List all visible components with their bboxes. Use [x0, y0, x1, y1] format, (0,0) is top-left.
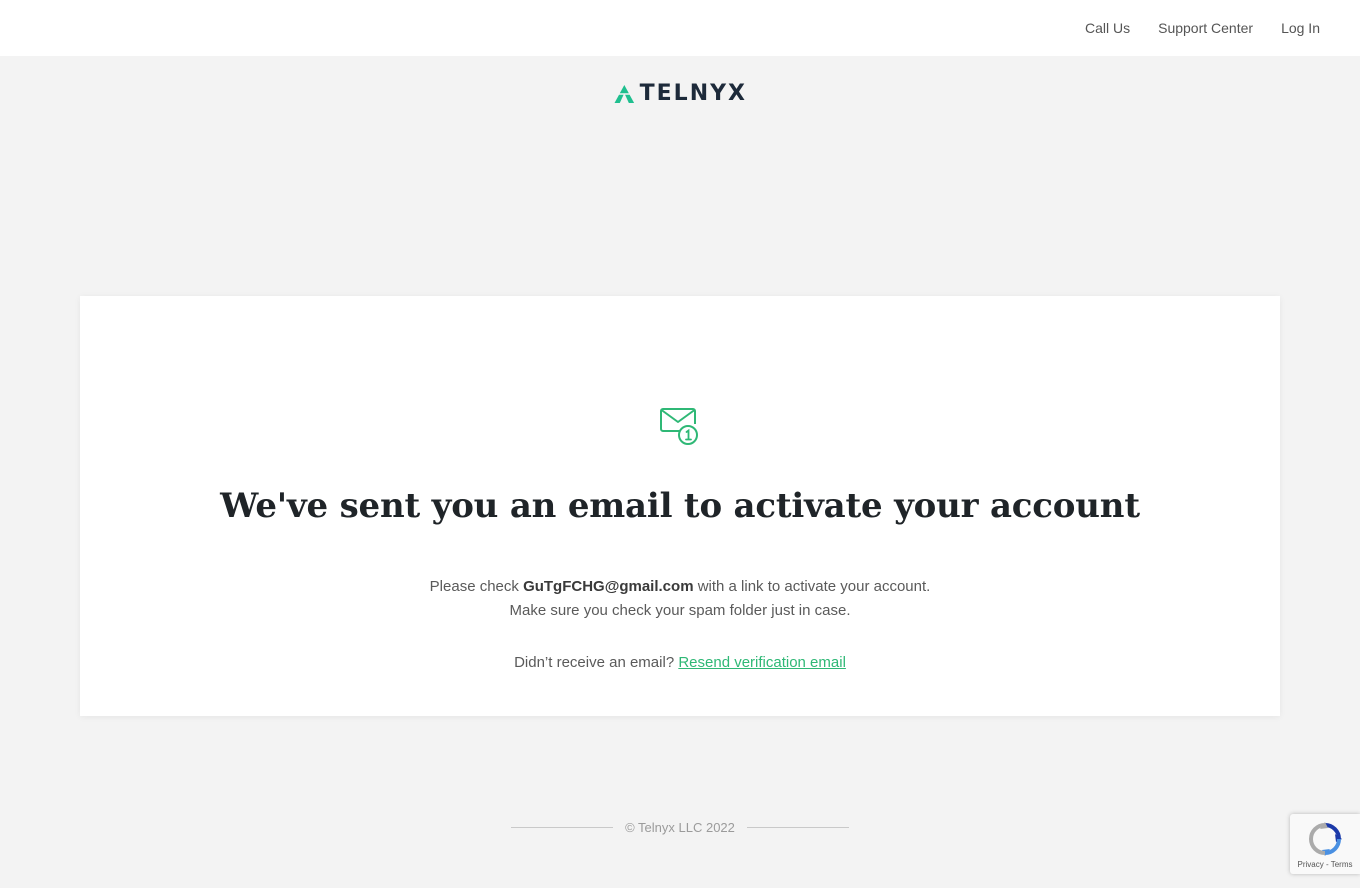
- footer: © Telnyx LLC 2022: [0, 816, 1360, 838]
- log-in-link[interactable]: Log In: [1281, 20, 1320, 36]
- resend-verification-link[interactable]: Resend verification email: [678, 654, 846, 671]
- spam-folder-message: Make sure you check your spam folder jus…: [509, 602, 851, 619]
- check-email-message: Please check GuTgFCHG@gmail.com with a l…: [80, 575, 1280, 599]
- footer-divider-right: [746, 826, 849, 828]
- mail-notification-icon: [660, 408, 698, 445]
- telnyx-wordmark: TELNYX: [639, 81, 747, 106]
- top-bar: Call Us Support Center Log In: [0, 0, 1360, 56]
- page-title: We've sent you an email to activate your…: [220, 486, 1140, 526]
- support-center-link[interactable]: Support Center: [1158, 20, 1253, 36]
- copyright-text: © Telnyx LLC 2022: [625, 819, 735, 835]
- recaptcha-badge[interactable]: Privacy - Terms: [1290, 814, 1360, 874]
- resend-row: Didn’t receive an email? Resend verifica…: [80, 651, 1280, 675]
- top-navigation: Call Us Support Center Log In: [1085, 0, 1320, 56]
- call-us-link[interactable]: Call Us: [1085, 20, 1130, 36]
- check-email-prefix: Please check: [429, 578, 524, 595]
- telnyx-logo[interactable]: TELNYX: [613, 80, 747, 108]
- recaptcha-icon: [1308, 822, 1342, 856]
- telnyx-logo-icon: [614, 84, 635, 104]
- footer-divider-left: [511, 826, 614, 828]
- check-email-suffix: with a link to activate your account.: [693, 578, 931, 595]
- recaptcha-terms[interactable]: Privacy - Terms: [1298, 860, 1353, 869]
- activation-card: We've sent you an email to activate your…: [80, 296, 1280, 716]
- email-address: GuTgFCHG@gmail.com: [523, 578, 694, 595]
- resend-prompt: Didn’t receive an email?: [514, 654, 679, 671]
